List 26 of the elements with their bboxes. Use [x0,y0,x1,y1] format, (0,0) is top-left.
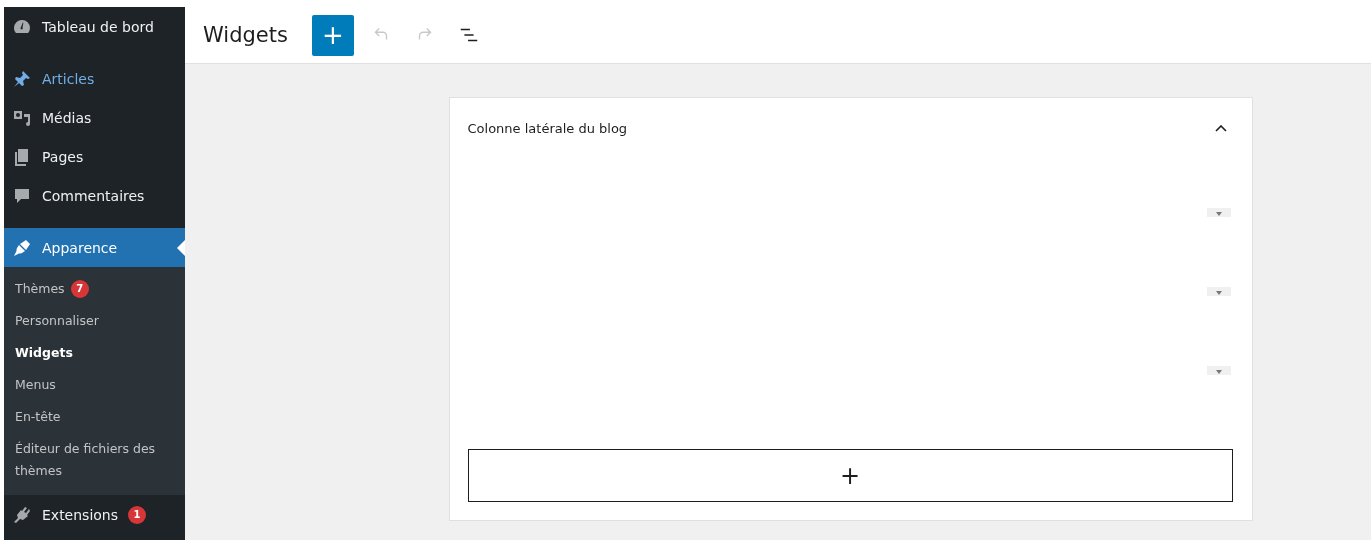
menu-item[interactable]: Médias [4,98,185,137]
submenu-item[interactable]: En-tête [4,401,185,433]
block-placeholder [1206,208,1231,217]
brush-icon [12,237,32,258]
menu-item[interactable]: Extensions 1 [4,495,185,534]
submenu-item[interactable]: Widgets [4,337,185,369]
pin-icon [12,68,32,89]
count-badge: 7 [70,280,89,298]
menu-item[interactable]: Articles [4,59,185,98]
block-placeholder [1206,287,1231,296]
menu-item[interactable]: Commentaires [4,176,185,215]
add-block-button[interactable]: + [467,449,1233,502]
menu-item[interactable]: Pages [4,137,185,176]
submenu-item[interactable]: Personnaliser [4,305,185,337]
page-title: Widgets [203,23,288,47]
menu-item[interactable]: Tableau de bord [4,7,185,46]
submenu-item[interactable]: Éditeur de fichiers des thèmes [4,433,185,487]
count-badge: 1 [128,505,147,524]
menu-item[interactable]: Apparence [4,228,185,267]
widget-area-title: Colonne latérale du blog [467,120,628,136]
submenu-item[interactable]: Menus [4,369,185,401]
add-block-button[interactable]: + [311,14,354,56]
block-placeholder [1206,366,1231,375]
plug-icon [12,504,32,525]
submenu-item[interactable]: Thèmes 7 [4,274,185,305]
chevron-up-icon [1214,124,1227,133]
